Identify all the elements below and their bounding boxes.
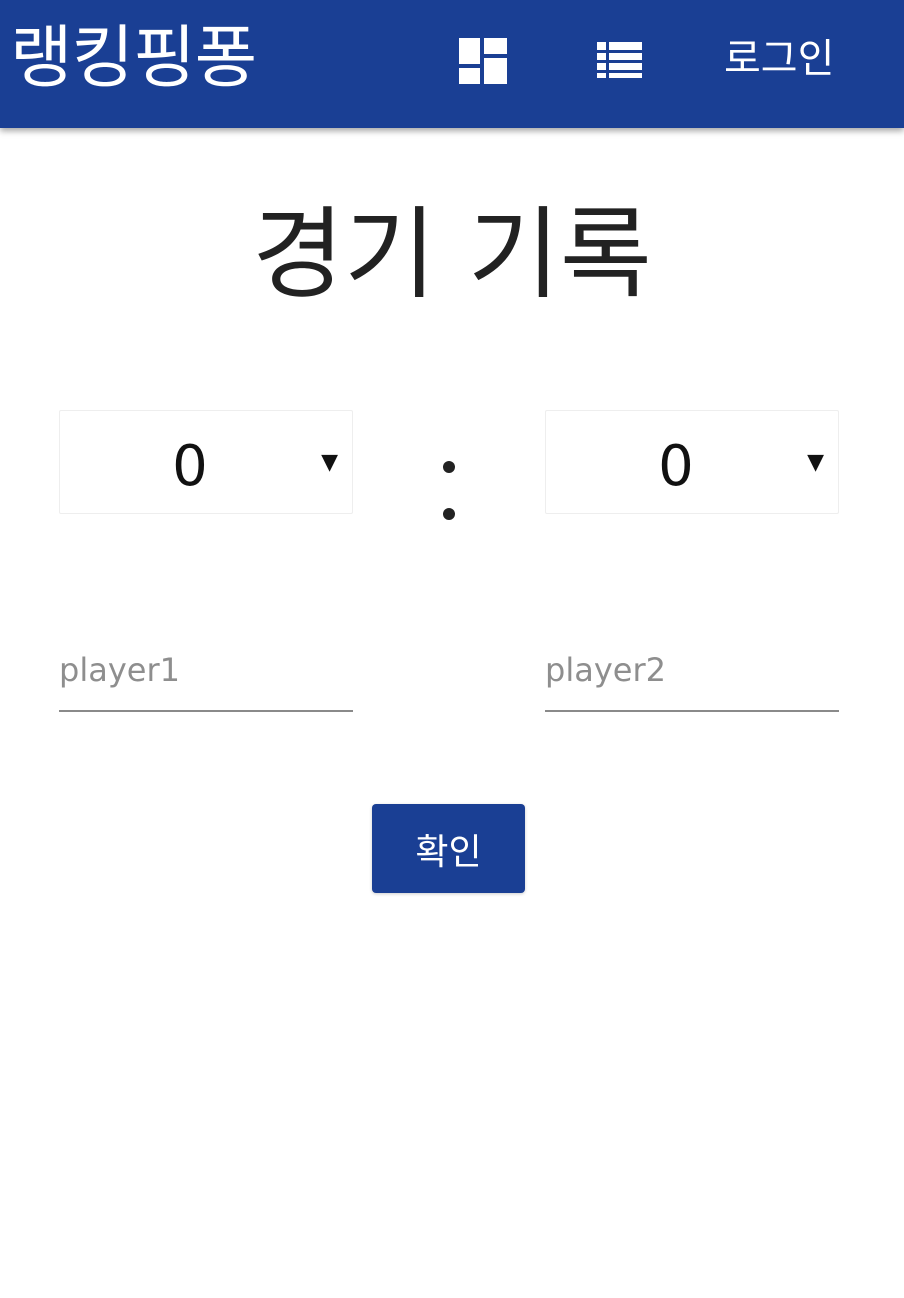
app-title[interactable]: 랭킹핑퐁: [10, 14, 257, 104]
arrow-drop-down-icon: ▼: [321, 450, 338, 475]
player1-score-select[interactable]: 0 ▼: [59, 410, 353, 514]
login-link[interactable]: 로그인: [724, 34, 834, 84]
dashboard-icon[interactable]: [459, 38, 507, 84]
arrow-drop-down-icon: ▼: [807, 450, 824, 475]
player2-score-value: 0: [658, 434, 694, 499]
confirm-button[interactable]: 확인: [372, 804, 525, 893]
view-list-icon[interactable]: [597, 42, 642, 78]
player1-score-value: 0: [172, 434, 208, 499]
player2-score-select[interactable]: 0 ▼: [545, 410, 839, 514]
separator-dot-bottom: [443, 508, 455, 520]
separator-dot-top: [443, 461, 455, 473]
app-bar: 랭킹핑퐁 로그인: [0, 0, 904, 128]
player1-input[interactable]: [59, 630, 353, 712]
player1-field[interactable]: [59, 630, 353, 714]
player2-input[interactable]: [545, 630, 839, 712]
player2-field[interactable]: [545, 630, 839, 714]
page-title: 경기 기록: [252, 196, 652, 313]
